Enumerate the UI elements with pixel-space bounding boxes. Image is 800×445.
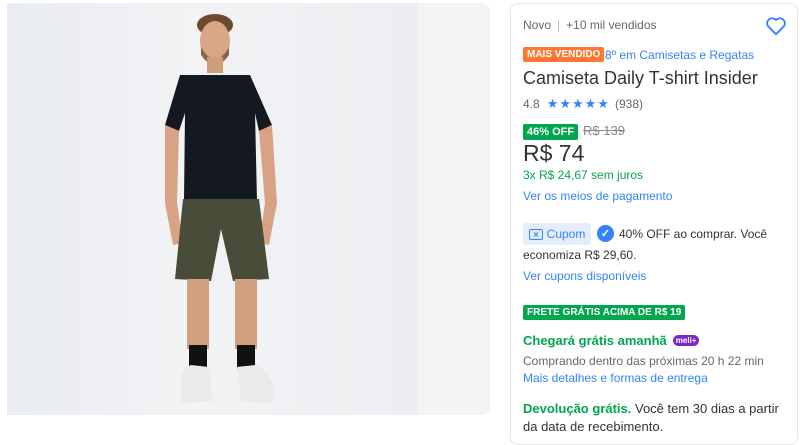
return-info: Devolução grátis. Você tem 30 dias a par… <box>523 401 779 416</box>
buying-within-text: Comprando dentro das próximas 20 h 22 mi… <box>523 354 764 368</box>
coupon-label: Cupom <box>546 227 586 241</box>
coupon-text-line2: economiza R$ 29,60. <box>523 248 637 262</box>
ranking-link[interactable]: 8º em Camisetas e Regatas <box>605 48 754 62</box>
sold-count: +10 mil vendidos <box>566 18 657 32</box>
return-text: Você tem 30 dias a partir <box>635 401 779 416</box>
coupon-text-line1: 40% OFF ao comprar. Você <box>619 227 768 241</box>
meli-plus-badge: meli+ <box>672 335 700 346</box>
product-photo <box>165 14 277 403</box>
discount-badge: 46% OFF <box>523 124 579 140</box>
rating-value: 4.8 <box>523 97 540 111</box>
arrival-text: Chegará grátis amanhã <box>523 333 667 348</box>
installments: 3x R$ 24,67 sem juros <box>523 168 644 182</box>
old-price: R$ 139 <box>583 123 625 138</box>
coupon-button[interactable]: Cupom <box>523 223 591 245</box>
rating-row[interactable]: 4.8 ★★★★★ (938) <box>523 96 643 112</box>
current-price: R$ 74 <box>523 140 585 166</box>
product-image[interactable] <box>7 3 418 415</box>
gallery-margin <box>418 3 490 415</box>
product-title: Camiseta Daily T-shirt Insider <box>523 68 758 88</box>
free-shipping-badge: FRETE GRÁTIS ACIMA DE R$ 19 <box>523 305 686 320</box>
delivery-details-link[interactable]: Mais detalhes e formas de entrega <box>523 371 708 385</box>
return-bold: Devolução grátis. <box>523 401 632 416</box>
review-count: (938) <box>614 97 643 111</box>
heart-icon[interactable] <box>765 16 787 36</box>
available-coupons-link[interactable]: Ver cupons disponíveis <box>523 269 646 283</box>
payment-methods-link[interactable]: Ver os meios de pagamento <box>523 189 672 203</box>
return-text-line2: da data de recebimento. <box>523 419 664 434</box>
arrival-info: Chegará grátis amanhã meli+ <box>523 333 700 348</box>
condition-line: Novo | +10 mil vendidos <box>523 18 657 32</box>
check-icon: ✓ <box>597 225 614 242</box>
product-info-panel: Novo | +10 mil vendidos MAIS VENDIDO 8º em… <box>510 3 798 445</box>
star-rating-icon: ★★★★★ <box>546 96 610 111</box>
ticket-icon <box>528 228 543 240</box>
best-seller-badge: MAIS VENDIDO <box>523 47 605 62</box>
condition-label: Novo <box>523 18 552 32</box>
